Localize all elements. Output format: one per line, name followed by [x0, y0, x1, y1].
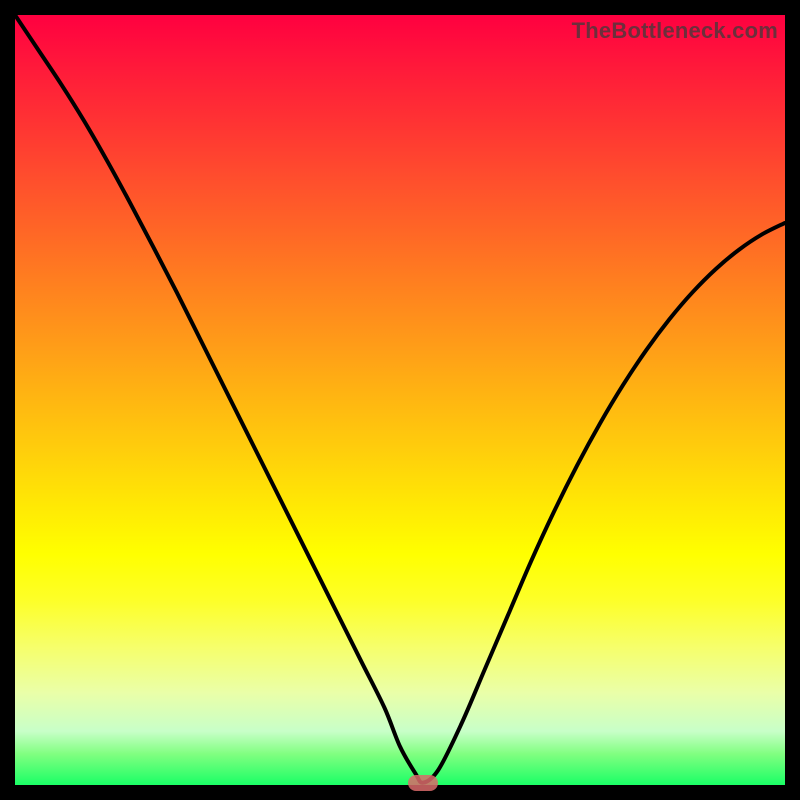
optimal-marker — [408, 775, 438, 791]
curve-path — [15, 15, 785, 783]
watermark-text: TheBottleneck.com — [572, 18, 778, 44]
bottleneck-curve — [15, 15, 785, 785]
chart-frame: TheBottleneck.com — [0, 0, 800, 800]
